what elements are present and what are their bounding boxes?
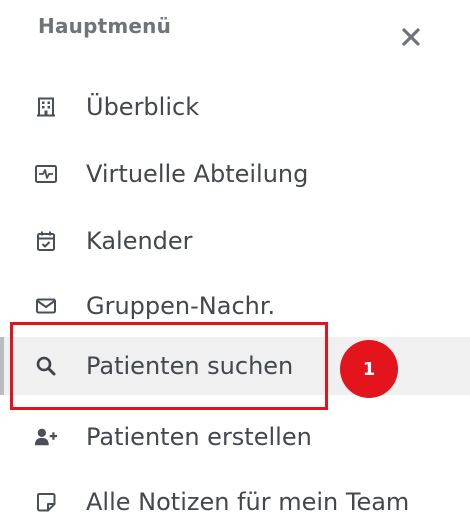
user-plus-icon — [34, 425, 58, 449]
menu-item-label: Virtuelle Abteilung — [86, 160, 309, 188]
building-icon — [34, 95, 58, 119]
menu-item-gruppen-nachr[interactable]: Gruppen-Nachr. — [0, 277, 470, 335]
step-badge: 1 — [340, 340, 398, 398]
menu-item-patienten-suchen[interactable]: Patienten suchen — [0, 337, 470, 395]
menu-item-patienten-erstellen[interactable]: Patienten erstellen — [0, 408, 470, 466]
calendar-check-icon — [34, 229, 58, 253]
menu-header: Hauptmenü — [38, 14, 172, 38]
menu-item-label: Kalender — [86, 227, 193, 255]
close-icon — [402, 28, 420, 46]
active-indicator — [0, 337, 4, 395]
menu-item-virtuelle-abteilung[interactable]: Virtuelle Abteilung — [0, 145, 470, 203]
menu-item-kalender[interactable]: Kalender — [0, 212, 470, 270]
envelope-icon — [34, 294, 58, 318]
monitor-pulse-icon — [34, 162, 58, 186]
menu-item-label: Gruppen-Nachr. — [86, 292, 276, 320]
menu-item-label: Patienten suchen — [86, 352, 294, 380]
menu-item-label: Überblick — [86, 93, 200, 121]
menu-item-ueberblick[interactable]: Überblick — [0, 78, 470, 136]
menu-item-alle-notizen[interactable]: Alle Notizen für mein Team — [0, 473, 470, 531]
search-icon — [34, 354, 58, 378]
note-icon — [34, 490, 58, 514]
close-button[interactable] — [396, 22, 426, 52]
menu-item-label: Patienten erstellen — [86, 423, 312, 451]
menu-item-label: Alle Notizen für mein Team — [86, 488, 410, 516]
